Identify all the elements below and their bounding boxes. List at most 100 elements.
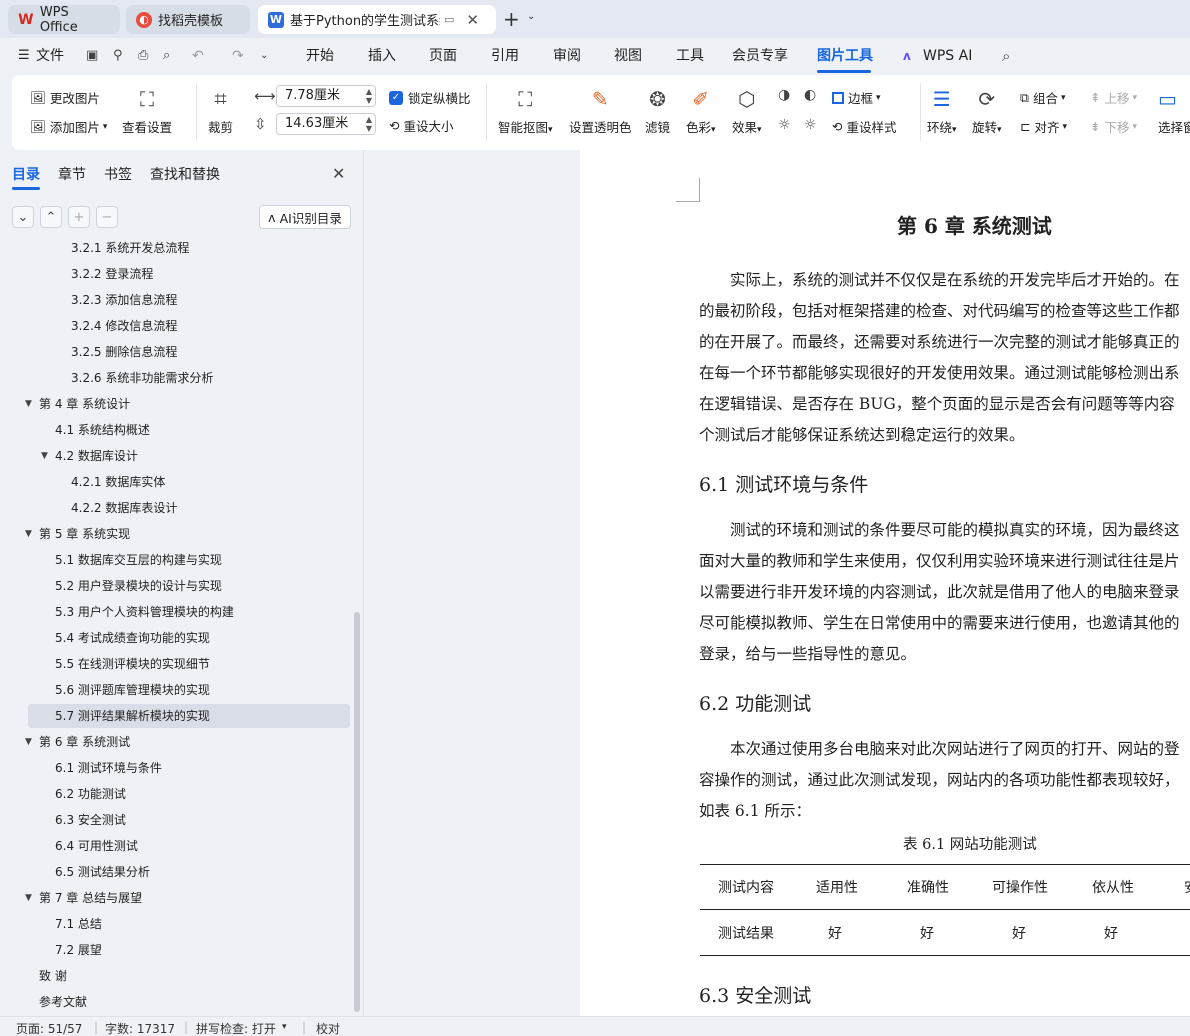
expand-triangle-icon[interactable]: ▼ — [25, 392, 32, 416]
search-icon[interactable]: ⌕ — [1002, 46, 1010, 66]
toc-item[interactable]: 6.3 安全测试 — [28, 808, 350, 832]
toc-item[interactable]: 6.4 可用性测试 — [28, 834, 350, 858]
menu-file[interactable]: 文件 — [36, 46, 64, 66]
tab-toc[interactable]: 目录 — [12, 164, 40, 184]
change-picture-button[interactable]: 🖼 更改图片 — [30, 88, 100, 107]
toc-item[interactable]: 5.7 测评结果解析模块的实现 — [28, 704, 350, 728]
close-icon[interactable]: ✕ — [466, 11, 479, 29]
brightness-icon[interactable]: ☼ — [778, 117, 791, 133]
document-page[interactable]: 第 6 章 系统测试 实际上，系统的测试并不仅仅是在系统的开发完毕后才开始的。在… — [580, 150, 1190, 1016]
add-picture-button[interactable]: 🖼 添加图片 ▾ — [30, 117, 107, 136]
proofread[interactable]: 校对 — [316, 1020, 340, 1036]
border-button[interactable]: 边框 ▾ — [832, 88, 881, 107]
contrast-icon[interactable]: ◐ — [804, 87, 816, 103]
toc-item[interactable]: 7.1 总结 — [28, 912, 350, 936]
monitor-icon[interactable]: ▭ — [444, 13, 454, 26]
menu-picture-tools[interactable]: 图片工具 — [817, 46, 873, 66]
bring-forward-button[interactable]: ⇞ 上移 ▾ — [1090, 88, 1137, 107]
view-settings-button[interactable]: ⛶ 查看设置 — [122, 85, 172, 136]
toc-item[interactable]: 3.2.5 删除信息流程 — [28, 340, 350, 364]
toc-item[interactable]: ▼ 第 4 章 系统设计 — [25, 392, 350, 416]
reset-size-button[interactable]: ⟲ 重设大小 — [389, 116, 454, 135]
toc-item[interactable]: 5.2 用户登录模块的设计与实现 — [28, 574, 350, 598]
new-tab-icon[interactable]: + — [503, 7, 520, 31]
word-count[interactable]: 字数: 17317 — [105, 1020, 175, 1036]
width-field[interactable]: 7.78厘米 ▲ ▼ — [276, 85, 376, 107]
redo-icon[interactable]: ↷ — [232, 46, 244, 66]
toc-item[interactable]: 5.5 在线测评模块的实现细节 — [28, 652, 350, 676]
chevron-down-icon[interactable]: ▾ — [282, 1022, 287, 1032]
toc-item[interactable]: 7.2 展望 — [28, 938, 350, 962]
tab-chapters[interactable]: 章节 — [58, 164, 86, 184]
toc-item[interactable]: 3.2.1 系统开发总流程 — [28, 240, 350, 260]
lock-ratio-checkbox[interactable]: ✓ 锁定纵横比 — [389, 88, 471, 107]
more-icon[interactable]: ⌄ — [260, 46, 268, 66]
width-stepper[interactable]: ▲ ▼ — [366, 87, 372, 105]
close-icon[interactable]: ✕ — [332, 164, 345, 183]
expand-triangle-icon[interactable]: ▼ — [25, 886, 32, 910]
reset-style-button[interactable]: ⟲ 重设样式 — [832, 117, 897, 136]
smart-cutout-button[interactable]: ⛶ 智能抠图▾ — [498, 85, 553, 136]
toc-item[interactable]: 3.2.2 登录流程 — [28, 262, 350, 286]
menu-page[interactable]: 页面 — [429, 46, 457, 66]
menu-tools[interactable]: 工具 — [676, 46, 704, 66]
expand-button[interactable]: ⌃ — [40, 206, 62, 228]
group-button[interactable]: ⧉ 组合 ▾ — [1020, 88, 1065, 107]
tab-document[interactable]: W 基于Python的学生测试系统 ▭ ✕ — [258, 5, 496, 34]
brightness-up-icon[interactable]: ◑ — [778, 87, 790, 103]
save-icon[interactable]: ▣ — [86, 46, 98, 66]
scrollbar[interactable] — [354, 612, 360, 1012]
expand-triangle-icon[interactable]: ▼ — [41, 444, 48, 468]
menu-icon[interactable]: ☰ — [18, 46, 30, 66]
toc-item[interactable]: ▼ 第 7 章 总结与展望 — [25, 886, 350, 910]
effects-button[interactable]: ⬡ 效果▾ — [732, 85, 762, 136]
toc-item[interactable]: ▼ 第 5 章 系统实现 — [25, 522, 350, 546]
expand-triangle-icon[interactable]: ▼ — [25, 730, 32, 754]
chevron-down-icon[interactable]: ⌄ — [527, 11, 535, 22]
menu-home[interactable]: 开始 — [306, 46, 334, 66]
toc-item[interactable]: 3.2.3 添加信息流程 — [28, 288, 350, 312]
set-transparent-button[interactable]: ✎ 设置透明色 — [569, 85, 632, 136]
color-button[interactable]: ✐ 色彩▾ — [686, 85, 716, 136]
add-heading-button[interactable]: + — [68, 206, 90, 228]
print-preview-icon[interactable]: ⌕ — [163, 46, 170, 66]
menu-insert[interactable]: 插入 — [368, 46, 396, 66]
tab-bookmarks[interactable]: 书签 — [104, 164, 132, 184]
height-stepper[interactable]: ▲ ▼ — [366, 115, 372, 133]
wrap-button[interactable]: ☰ 环绕▾ — [927, 85, 957, 136]
tab-find-replace[interactable]: 查找和替换 — [150, 164, 220, 184]
print-icon[interactable]: ⎙ — [138, 46, 148, 66]
toc-item[interactable]: 4.2.1 数据库实体 — [28, 470, 350, 494]
expand-triangle-icon[interactable]: ▼ — [25, 522, 32, 546]
align-button[interactable]: ⊏ 对齐 ▾ — [1020, 117, 1067, 136]
tab-docer[interactable]: ◐ 找稻壳模板 — [126, 5, 250, 34]
page-indicator[interactable]: 页面: 51/57 — [16, 1020, 82, 1036]
remove-heading-button[interactable]: − — [96, 206, 118, 228]
spell-check[interactable]: 拼写检查: 打开 — [196, 1020, 276, 1036]
toc-item[interactable]: 5.1 数据库交互层的构建与实现 — [28, 548, 350, 572]
tab-wps-office[interactable]: W WPS Office — [8, 5, 120, 35]
link-icon[interactable]: ⚲ — [113, 46, 123, 66]
toc-item[interactable]: 5.6 测评题库管理模块的实现 — [28, 678, 350, 702]
filter-button[interactable]: ❂ 滤镜 — [645, 85, 670, 136]
toc-item[interactable]: 4.1 系统结构概述 — [28, 418, 350, 442]
toc-item[interactable]: ▼ 第 6 章 系统测试 — [25, 730, 350, 754]
menu-review[interactable]: 审阅 — [553, 46, 581, 66]
send-backward-button[interactable]: ⇟ 下移 ▾ — [1090, 117, 1137, 136]
toc-item[interactable]: 6.2 功能测试 — [28, 782, 350, 806]
toc-item[interactable]: 6.1 测试环境与条件 — [28, 756, 350, 780]
crop-button[interactable]: ⌗ 裁剪 — [208, 85, 233, 136]
toc-item[interactable]: 6.5 测试结果分析 — [28, 860, 350, 884]
menu-wps-ai[interactable]: WPS AI — [923, 46, 972, 66]
rotate-button[interactable]: ⟳ 旋转▾ — [972, 85, 1002, 136]
brightness-down-icon[interactable]: ☼ — [804, 117, 817, 133]
toc-item[interactable]: 5.3 用户个人资料管理模块的构建 — [28, 600, 350, 624]
menu-reference[interactable]: 引用 — [491, 46, 519, 66]
ai-toc-button[interactable]: ʌ AI识别目录 — [259, 205, 351, 229]
toc-item[interactable]: ▼ 4.2 数据库设计 — [28, 444, 350, 468]
toc-item[interactable]: 致 谢 — [28, 964, 350, 988]
toc-item[interactable]: 参考文献 — [28, 990, 350, 1014]
toc-item[interactable]: 3.2.6 系统非功能需求分析 — [28, 366, 350, 390]
undo-icon[interactable]: ↶ — [192, 46, 204, 66]
menu-view[interactable]: 视图 — [614, 46, 642, 66]
